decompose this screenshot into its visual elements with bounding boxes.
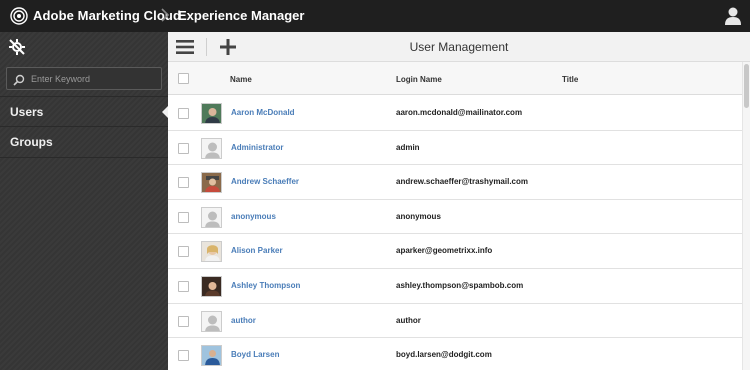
user-table: Name Login Name Title Aaron McDonald aar… [168,62,742,370]
table-row[interactable]: Alison Parker aparker@geometrixx.info [168,234,742,269]
sidebar-item-label: Groups [10,135,53,149]
user-name-link[interactable]: Boyd Larsen [231,350,279,359]
row-checkbox[interactable] [178,211,189,223]
avatar [201,276,222,297]
table-row[interactable]: Andrew Schaeffer andrew.schaeffer@trashy… [168,165,742,200]
column-header-login[interactable]: Login Name [396,75,442,84]
avatar [201,241,222,263]
row-checkbox[interactable] [178,246,189,258]
avatar [201,137,222,159]
login-name: anonymous [396,211,441,221]
user-profile-icon[interactable] [724,6,742,26]
table-row[interactable]: Ashley Thompson ashley.thompson@spambob.… [168,269,742,304]
row-checkbox[interactable] [178,281,189,292]
column-header-title[interactable]: Title [562,75,578,84]
search-icon [13,73,25,86]
user-name-link[interactable]: Administrator [231,143,283,152]
table-scrollbar[interactable] [742,62,750,370]
row-checkbox[interactable] [178,315,189,327]
sidebar-item-users[interactable]: Users [0,96,168,127]
avatar [201,310,222,332]
sidebar-item-label: Users [10,105,44,119]
login-name: admin [396,142,420,152]
select-all-checkbox[interactable] [178,73,189,84]
avatar [201,172,222,194]
column-header-name[interactable]: Name [230,75,252,84]
sidebar: Users Groups [0,32,168,370]
table-row[interactable]: Aaron McDonald aaron.mcdonald@mailinator… [168,96,742,131]
row-checkbox[interactable] [178,177,189,189]
row-checkbox[interactable] [178,142,189,154]
table-row[interactable]: Administrator admin [168,130,742,166]
sidebar-item-groups[interactable]: Groups [0,127,168,158]
search-field[interactable] [6,67,162,90]
user-name-link[interactable]: Andrew Schaeffer [231,177,299,186]
login-name: boyd.larsen@dodgit.com [396,350,492,360]
table-row[interactable]: anonymous anonymous [168,199,742,235]
table-header: Name Login Name Title [168,62,742,95]
brand-title[interactable]: Adobe Marketing Cloud [33,8,181,23]
avatar [201,345,222,367]
scrollbar-thumb[interactable] [744,64,749,108]
login-name: ashley.thompson@spambob.com [396,281,524,290]
avatar [201,103,222,124]
avatar [201,206,222,228]
breadcrumb-separator-icon [160,8,170,27]
login-name: andrew.schaeffer@trashymail.com [396,177,528,187]
product-title[interactable]: Experience Manager [178,8,304,23]
table-row[interactable]: Boyd Larsen boyd.larsen@dodgit.com [168,338,742,370]
user-name-link[interactable]: anonymous [231,212,276,221]
row-checkbox[interactable] [178,350,189,362]
user-name-link[interactable]: author [231,316,256,325]
user-name-link[interactable]: Alison Parker [231,246,283,255]
user-name-link[interactable]: Ashley Thompson [231,281,300,290]
toolbar: User Management [168,32,750,62]
user-name-link[interactable]: Aaron McDonald [231,108,295,117]
search-input[interactable] [31,71,157,87]
adobe-cloud-logo-icon[interactable] [10,7,28,25]
row-checkbox[interactable] [178,108,189,119]
login-name: aparker@geometrixx.info [396,246,493,256]
rail-toggle-icon[interactable] [8,38,26,56]
login-name: author [396,315,421,325]
table-row[interactable]: author author [168,303,742,339]
top-bar: Adobe Marketing Cloud Experience Manager [0,0,750,32]
login-name: aaron.mcdonald@mailinator.com [396,108,523,117]
page-title: User Management [409,40,509,54]
